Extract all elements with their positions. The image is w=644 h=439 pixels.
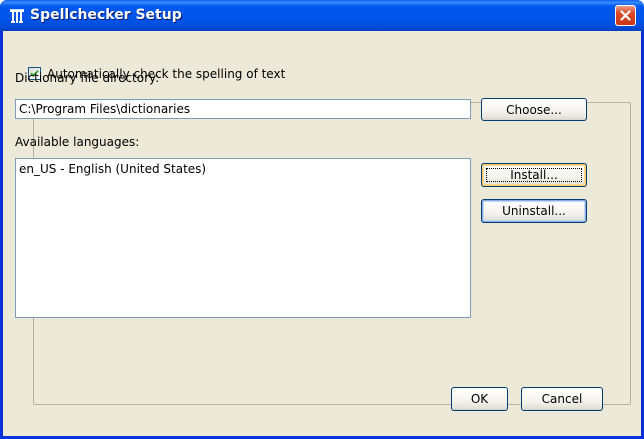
- window-title: Spellchecker Setup: [30, 7, 182, 23]
- install-button[interactable]: Install...: [481, 163, 587, 187]
- languages-label: Available languages:: [15, 135, 140, 149]
- install-button-label: Install...: [510, 168, 558, 182]
- directory-input[interactable]: [15, 99, 471, 119]
- title-bar[interactable]: Spellchecker Setup: [0, 0, 644, 31]
- directory-label: Dictionary file directory:: [15, 71, 160, 85]
- choose-button[interactable]: Choose...: [481, 98, 587, 121]
- spellcheck-app-icon: [9, 8, 25, 24]
- dialog-body: Automatically check the spelling of text…: [3, 31, 641, 436]
- dialog-window: Spellchecker Setup Automatically check t…: [0, 0, 644, 439]
- list-item[interactable]: en_US - English (United States): [16, 159, 470, 179]
- ok-button[interactable]: OK: [451, 387, 508, 411]
- close-icon: [620, 10, 631, 21]
- languages-list[interactable]: en_US - English (United States): [15, 158, 471, 318]
- cancel-button[interactable]: Cancel: [521, 387, 603, 411]
- uninstall-button[interactable]: Uninstall...: [481, 199, 587, 223]
- close-button[interactable]: [615, 5, 636, 26]
